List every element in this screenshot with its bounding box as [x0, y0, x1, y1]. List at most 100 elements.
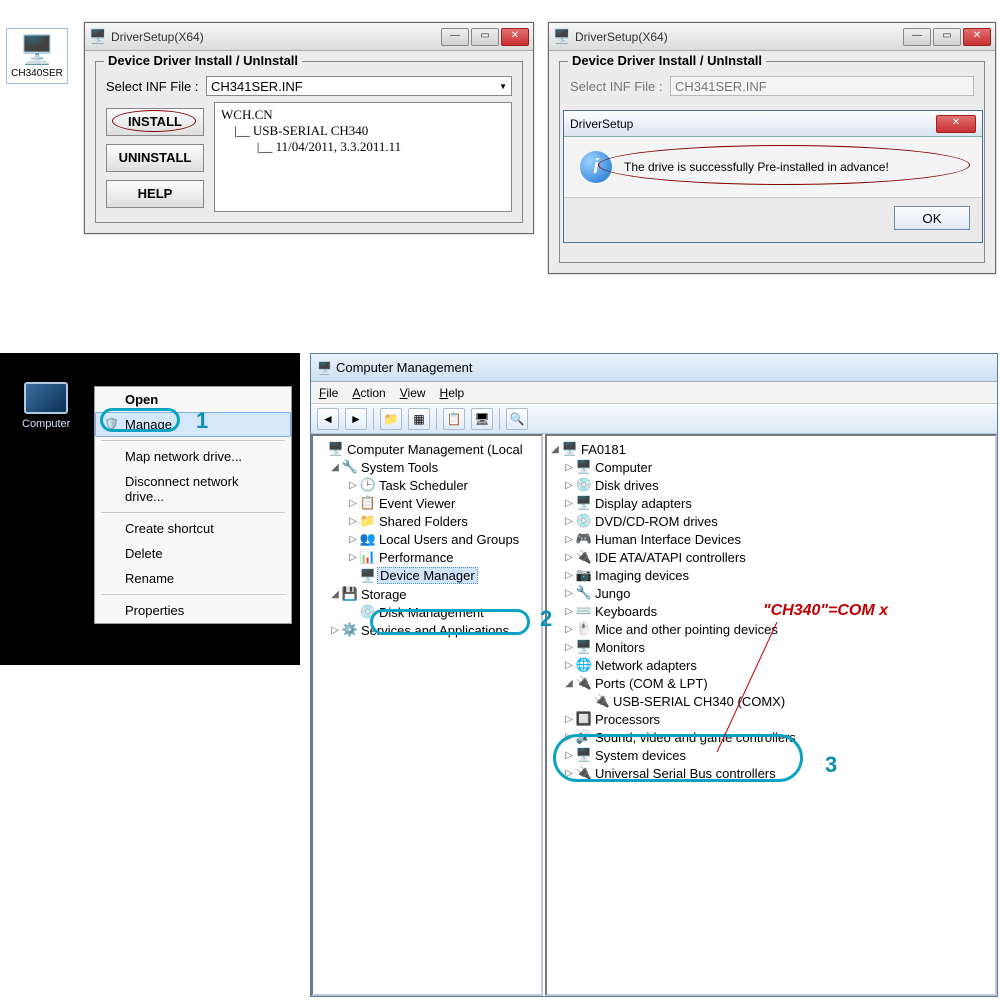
device-jungo[interactable]: ▷🔧Jungo — [549, 584, 993, 602]
chevron-down-icon: ▼ — [499, 82, 507, 91]
tree-local-users[interactable]: ▷👥Local Users and Groups — [315, 530, 539, 548]
step2-number: 2 — [540, 606, 552, 632]
menu-create-shortcut[interactable]: Create shortcut — [95, 516, 291, 541]
tree-task-scheduler[interactable]: ▷🕒Task Scheduler — [315, 476, 539, 494]
step3-number: 3 — [825, 752, 837, 778]
success-dialog: DriverSetup ✕ i The drive is successfull… — [563, 110, 983, 243]
device-dvd[interactable]: ▷💿DVD/CD-ROM drives — [549, 512, 993, 530]
desktop-shortcut[interactable]: 🖥️ CH340SER — [6, 28, 68, 84]
device-root[interactable]: ◢🖥️FA0181 — [549, 440, 993, 458]
device-sound[interactable]: ▷🔊Sound, video and game controllers — [549, 728, 993, 746]
select-inf-label: Select INF File : — [106, 79, 206, 94]
inf-file-select[interactable]: CH341SER.INF ▼ — [206, 76, 512, 96]
properties-button[interactable]: 📋 — [443, 408, 465, 430]
installer-icon: 🖥️ — [9, 33, 65, 66]
device-ports[interactable]: ◢🔌Ports (COM & LPT) — [549, 674, 993, 692]
device-monitors[interactable]: ▷🖥️Monitors — [549, 638, 993, 656]
menu-view[interactable]: View — [400, 386, 426, 400]
computer-management-window: 🖥️ Computer Management File Action View … — [310, 353, 998, 997]
titlebar[interactable]: 🖥️ DriverSetup(X64) — ▭ ✕ — [85, 23, 533, 51]
shortcut-label: CH340SER — [9, 68, 65, 79]
up-button[interactable]: 📁 — [380, 408, 402, 430]
group-title: Device Driver Install / UnInstall — [104, 53, 302, 68]
tree-shared-folders[interactable]: ▷📁Shared Folders — [315, 512, 539, 530]
right-tree-panel: ◢🖥️FA0181 ▷🖥️Computer ▷💿Disk drives ▷🖥️D… — [545, 434, 997, 996]
device-usb[interactable]: ▷🔌Universal Serial Bus controllers — [549, 764, 993, 782]
device-computer[interactable]: ▷🖥️Computer — [549, 458, 993, 476]
inf-file-value: CH341SER.INF — [211, 79, 303, 94]
menu-rename[interactable]: Rename — [95, 566, 291, 591]
uninstall-button[interactable]: UNINSTALL — [106, 144, 204, 172]
driver-info-box: WCH.CN |__ USB-SERIAL CH340 |__ 11/04/20… — [214, 102, 512, 212]
maximize-button[interactable]: ▭ — [933, 28, 961, 46]
menu-file[interactable]: File — [319, 386, 338, 400]
dialog-title: DriverSetup — [570, 117, 936, 131]
device-ide[interactable]: ▷🔌IDE ATA/ATAPI controllers — [549, 548, 993, 566]
forward-button[interactable]: ► — [345, 408, 367, 430]
menu-help[interactable]: Help — [440, 386, 465, 400]
window-title: DriverSetup(X64) — [111, 30, 441, 44]
tree-storage[interactable]: ◢💾Storage — [315, 585, 539, 603]
tree-services[interactable]: ▷⚙️Services and Applications — [315, 621, 539, 639]
cm-menubar: File Action View Help — [311, 382, 997, 404]
device-mice[interactable]: ▷🖱️Mice and other pointing devices — [549, 620, 993, 638]
context-menu: Open 🛡️ Manage Map network drive... Disc… — [94, 386, 292, 624]
help-button[interactable]: 🔍 — [506, 408, 528, 430]
minimize-button[interactable]: — — [903, 28, 931, 46]
step1-number: 1 — [196, 408, 208, 434]
show-hide-button[interactable]: ▦ — [408, 408, 430, 430]
select-inf-label: Select INF File : — [570, 79, 670, 94]
device-network[interactable]: ▷🌐Network adapters — [549, 656, 993, 674]
app-icon: 🖥️ — [553, 28, 571, 46]
refresh-button[interactable]: 🖥 — [471, 408, 493, 430]
minimize-button[interactable]: — — [441, 28, 469, 46]
close-button[interactable]: ✕ — [501, 28, 529, 46]
monitor-icon — [24, 382, 68, 414]
menu-properties[interactable]: Properties — [95, 598, 291, 623]
device-hid[interactable]: ▷🎮Human Interface Devices — [549, 530, 993, 548]
menu-disconnect-drive[interactable]: Disconnect network drive... — [95, 469, 291, 509]
menu-separator — [101, 594, 285, 595]
tree-disk-management[interactable]: 💿Disk Management — [315, 603, 539, 621]
close-button[interactable]: ✕ — [963, 28, 991, 46]
driver-setup-window-1: 🖥️ DriverSetup(X64) — ▭ ✕ Device Driver … — [84, 22, 534, 234]
shield-icon: 🛡️ — [104, 417, 119, 431]
cm-icon: 🖥️ — [317, 361, 332, 375]
install-groupbox: Device Driver Install / UnInstall Select… — [95, 61, 523, 223]
inf-file-select[interactable]: CH341SER.INF — [670, 76, 974, 96]
tree-device-manager[interactable]: 🖥️Device Manager — [315, 566, 539, 585]
back-button[interactable]: ◄ — [317, 408, 339, 430]
menu-separator — [101, 440, 285, 441]
tree-performance[interactable]: ▷📊Performance — [315, 548, 539, 566]
device-ch340[interactable]: 🔌USB-SERIAL CH340 (COMX) — [549, 692, 993, 710]
menu-separator — [101, 512, 285, 513]
install-button[interactable]: INSTALL — [106, 108, 204, 136]
ok-button[interactable]: OK — [894, 206, 970, 230]
menu-action[interactable]: Action — [352, 386, 385, 400]
cm-toolbar: ◄ ► 📁 ▦ 📋 🖥 🔍 — [311, 404, 997, 434]
menu-open[interactable]: Open — [95, 387, 291, 412]
device-system[interactable]: ▷🖥️System devices — [549, 746, 993, 764]
device-disk-drives[interactable]: ▷💿Disk drives — [549, 476, 993, 494]
computer-desktop-icon[interactable]: Computer — [22, 382, 70, 430]
device-display-adapters[interactable]: ▷🖥️Display adapters — [549, 494, 993, 512]
tree-root[interactable]: 🖥️Computer Management (Local — [315, 440, 539, 458]
info-icon: i — [580, 151, 612, 183]
device-processors[interactable]: ▷🔲Processors — [549, 710, 993, 728]
app-icon: 🖥️ — [89, 28, 107, 46]
tree-system-tools[interactable]: ◢🔧System Tools — [315, 458, 539, 476]
tree-event-viewer[interactable]: ▷📋Event Viewer — [315, 494, 539, 512]
dialog-message: The drive is successfully Pre-installed … — [624, 160, 889, 174]
close-button[interactable]: ✕ — [936, 115, 976, 133]
titlebar[interactable]: 🖥️ DriverSetup(X64) — ▭ ✕ — [549, 23, 995, 51]
help-button[interactable]: HELP — [106, 180, 204, 208]
group-title: Device Driver Install / UnInstall — [568, 53, 766, 68]
maximize-button[interactable]: ▭ — [471, 28, 499, 46]
device-imaging[interactable]: ▷📷Imaging devices — [549, 566, 993, 584]
dialog-titlebar[interactable]: DriverSetup ✕ — [564, 111, 982, 137]
cm-title: Computer Management — [336, 360, 991, 375]
cm-titlebar[interactable]: 🖥️ Computer Management — [311, 354, 997, 382]
menu-delete[interactable]: Delete — [95, 541, 291, 566]
menu-manage[interactable]: 🛡️ Manage — [95, 412, 291, 437]
menu-map-drive[interactable]: Map network drive... — [95, 444, 291, 469]
